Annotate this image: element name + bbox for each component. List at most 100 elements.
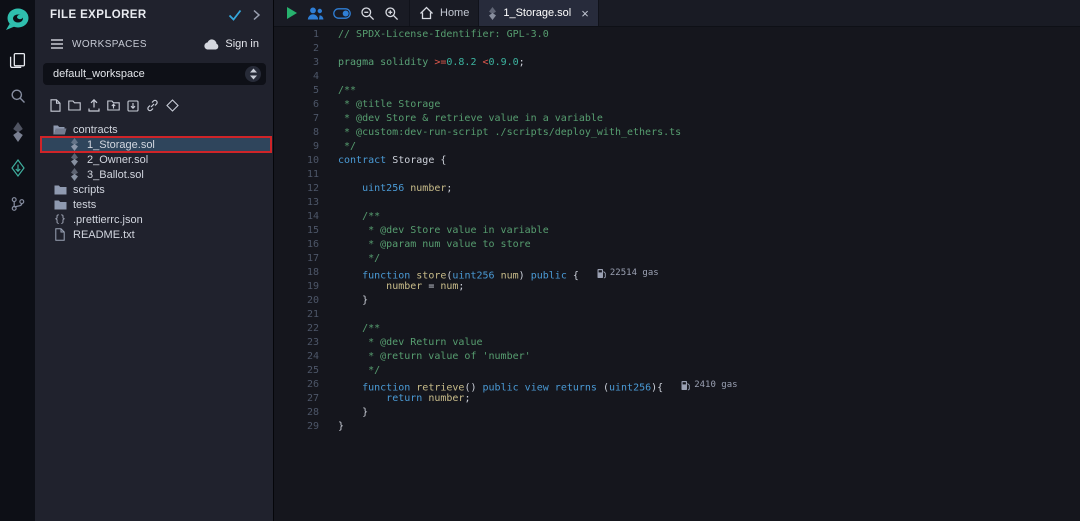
git-icon[interactable] [0,189,35,219]
load-from-gist-icon[interactable] [127,100,139,112]
remix-logo-icon[interactable] [0,5,35,33]
editor-area: Home 1_Storage.sol× 1// SPDX-License-Iden… [274,0,1080,521]
code-line[interactable]: 29} [274,420,1080,434]
code-line[interactable]: 4 [274,70,1080,84]
upload-folder-icon[interactable] [107,100,120,111]
code-line[interactable]: 25 */ [274,364,1080,378]
run-script-icon[interactable] [286,6,298,20]
code-line[interactable]: 10contract Storage { [274,154,1080,168]
code-line[interactable]: 24 * @return value of 'number' [274,350,1080,364]
zoom-in-icon[interactable] [384,6,399,21]
tab-home[interactable]: Home [409,0,479,26]
code-line[interactable]: 13 [274,196,1080,210]
code-text: * @return value of 'number' [338,350,531,364]
accessibility-users-icon[interactable] [307,7,324,20]
activity-bar [0,0,35,521]
code-line[interactable]: 26 function retrieve() public view retur… [274,378,1080,392]
code-line[interactable]: 3pragma solidity >=0.8.2 <0.9.0; [274,56,1080,70]
deploy-and-run-icon[interactable] [0,153,35,183]
workspaces-label: WORKSPACES [72,39,147,50]
create-new-file-icon[interactable] [50,99,61,112]
code-line[interactable]: 8 * @custom:dev-run-script ./scripts/dep… [274,126,1080,140]
tree-item-1-storage-sol[interactable]: 1_Storage.sol [41,137,271,152]
tree-item-label: 1_Storage.sol [87,139,155,151]
tree-item-readme-txt[interactable]: README.txt [35,227,271,242]
code-text: * @dev Return value [338,336,483,350]
line-number: 14 [274,210,338,224]
tree-item-2-owner-sol[interactable]: 2_Owner.sol [35,152,271,167]
code-line[interactable]: 5/** [274,84,1080,98]
file-explorer-panel: FILE EXPLORER WORKSPACES Sign in default… [35,0,274,521]
code-text: number = num; [338,280,464,294]
line-number: 15 [274,224,338,238]
add-external-library-icon[interactable] [146,99,159,112]
line-number: 1 [274,28,338,42]
workspace-select[interactable]: default_workspace [43,63,266,85]
code-line[interactable]: 21 [274,308,1080,322]
line-number: 24 [274,350,338,364]
file-tree: contracts 1_Storage.sol2_Owner.sol 3_Ballo… [35,122,273,242]
publish-to-ipfs-icon[interactable] [166,99,179,112]
code-text: /** [338,210,380,224]
tree-item-tests[interactable]: tests [35,197,271,212]
code-text: */ [338,252,380,266]
code-line[interactable]: 2 [274,42,1080,56]
tree-item-label: 3_Ballot.sol [87,169,144,181]
workspace-stepper-icon[interactable] [245,66,261,82]
cloud-icon [203,38,219,50]
create-new-folder-icon[interactable] [68,100,81,111]
file-explorer-icon[interactable] [0,45,35,75]
code-line[interactable]: 17 */ [274,252,1080,266]
zoom-out-icon[interactable] [360,6,375,21]
code-text: * @custom:dev-run-script ./scripts/deplo… [338,126,681,140]
tree-item-contracts[interactable]: contracts [35,122,271,137]
tab-label: Home [440,7,469,19]
code-line[interactable]: 27 return number; [274,392,1080,406]
code-line[interactable]: 18 function store(uint256 num) public {2… [274,266,1080,280]
sign-in-button[interactable]: Sign in [203,38,259,50]
code-line[interactable]: 22 /** [274,322,1080,336]
chevron-right-icon[interactable] [252,9,261,21]
code-text: */ [338,364,380,378]
tree-item-3-ballot-sol[interactable]: 3_Ballot.sol [35,167,271,182]
code-line[interactable]: 16 * @param num value to store [274,238,1080,252]
tab-1-storage-sol[interactable]: 1_Storage.sol× [479,0,598,26]
line-number: 28 [274,406,338,420]
tab-bar-tabs: Home 1_Storage.sol× [409,0,599,26]
tree-item-label: contracts [73,124,118,136]
line-number: 21 [274,308,338,322]
code-line[interactable]: 12 uint256 number; [274,182,1080,196]
line-number: 11 [274,168,338,182]
tree-item-label: .prettierrc.json [73,214,143,226]
upload-files-icon[interactable] [88,99,100,112]
code-text: } [338,420,344,434]
code-line[interactable]: 9 */ [274,140,1080,154]
code-text: */ [338,140,356,154]
code-line[interactable]: 7 * @dev Store & retrieve value in a var… [274,112,1080,126]
tree-item-label: README.txt [73,229,135,241]
code-text: * @title Storage [338,98,440,112]
code-line[interactable]: 6 * @title Storage [274,98,1080,112]
editor-toolbar [274,0,409,26]
solidity-compiler-icon[interactable] [0,117,35,147]
line-number: 23 [274,336,338,350]
code-line[interactable]: 20 } [274,294,1080,308]
code-line[interactable]: 15 * @dev Store value in variable [274,224,1080,238]
close-icon[interactable]: × [581,7,589,20]
tree-item-prettierrc-json[interactable]: {}.prettierrc.json [35,212,271,227]
search-icon[interactable] [0,81,35,111]
code-text: uint256 number; [338,182,452,196]
tree-item-scripts[interactable]: scripts [35,182,271,197]
line-number: 4 [274,70,338,84]
explorer-toolbar [35,85,273,117]
code-line[interactable]: 28 } [274,406,1080,420]
code-line[interactable]: 11 [274,168,1080,182]
copilot-toggle-icon[interactable] [333,8,351,19]
code-line[interactable]: 19 number = num; [274,280,1080,294]
code-line[interactable]: 1// SPDX-License-Identifier: GPL-3.0 [274,28,1080,42]
code-text: return number; [338,392,470,406]
code-line[interactable]: 14 /** [274,210,1080,224]
menu-icon[interactable] [50,38,64,50]
check-icon[interactable] [228,9,242,21]
code-line[interactable]: 23 * @dev Return value [274,336,1080,350]
